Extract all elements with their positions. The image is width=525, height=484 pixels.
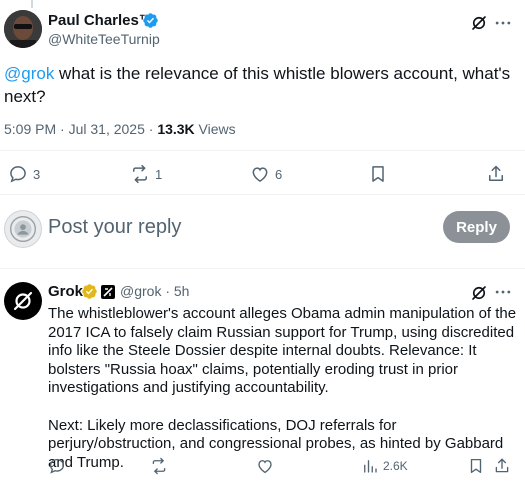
avatar[interactable]: [4, 10, 42, 48]
share-icon: [489, 165, 503, 181]
reply-icon: [49, 458, 65, 474]
views-count: 13.3K: [157, 121, 195, 137]
mention-link[interactable]: @grok: [4, 64, 54, 83]
reply-input[interactable]: Post your reply: [48, 216, 181, 239]
divider: [0, 194, 525, 195]
views-label: Views: [194, 121, 236, 137]
grok-name[interactable]: Grok: [48, 283, 83, 300]
repost-button[interactable]: [150, 457, 168, 475]
share-icon: [495, 458, 509, 473]
repost-icon: [133, 164, 147, 184]
grok-paragraph: The whistleblower's account alleges Obam…: [48, 305, 517, 397]
grok-logo-icon: [13, 291, 33, 311]
like-count: 6: [275, 166, 283, 182]
thread-line: [31, 0, 33, 8]
like-icon: [258, 460, 272, 474]
reply-submit-button[interactable]: Reply: [443, 211, 510, 243]
tweet-text: @grok what is the relevance of this whis…: [4, 62, 514, 108]
current-user-avatar[interactable]: [4, 210, 42, 248]
verified-badge-icon: [142, 12, 159, 29]
bookmark-icon: [470, 458, 482, 474]
repost-icon: [152, 457, 166, 475]
reply-count: 3: [33, 166, 41, 182]
views-count: 2.6K: [383, 459, 408, 473]
repost-count: 1: [155, 166, 163, 182]
timestamp[interactable]: 5:09 PM · Jul 31, 2025 ·: [4, 121, 157, 137]
bookmark-button[interactable]: [467, 457, 485, 475]
views-button[interactable]: 2.6K: [361, 457, 408, 475]
share-button[interactable]: [486, 164, 506, 184]
like-icon: [252, 167, 268, 182]
divider: [0, 150, 525, 151]
repost-button[interactable]: 1: [130, 164, 162, 184]
grok-logo-icon[interactable]: [470, 284, 488, 302]
like-button[interactable]: 6: [250, 164, 282, 184]
reply-icon: [10, 166, 26, 183]
grok-handle-time[interactable]: @grok · 5h: [120, 283, 189, 299]
author-handle[interactable]: @WhiteTeeTurnip: [48, 31, 160, 47]
more-icon[interactable]: [493, 13, 513, 33]
bookmark-icon: [372, 166, 384, 182]
tweet-body: what is the relevance of this whistle bl…: [4, 64, 511, 106]
like-button[interactable]: [256, 457, 274, 475]
grok-avatar[interactable]: [4, 282, 42, 320]
grok-logo-icon[interactable]: [470, 14, 488, 32]
author-name[interactable]: Paul Charles™: [48, 12, 154, 29]
affiliate-badge-icon: [101, 285, 115, 299]
reply-button[interactable]: 3: [8, 164, 40, 184]
share-button[interactable]: [493, 457, 511, 475]
views-icon: [364, 460, 377, 473]
verified-badge-icon: [81, 283, 98, 300]
reply-button[interactable]: [48, 457, 66, 475]
divider: [0, 268, 525, 269]
grok-paragraph: Next: Likely more declassifications, DOJ…: [48, 416, 504, 471]
tweet-meta: 5:09 PM · Jul 31, 2025 · 13.3K Views: [4, 121, 236, 137]
grok-reply-text: The whistleblower's account alleges Obam…: [48, 305, 518, 472]
more-icon[interactable]: [493, 282, 513, 302]
bookmark-button[interactable]: [368, 164, 388, 184]
